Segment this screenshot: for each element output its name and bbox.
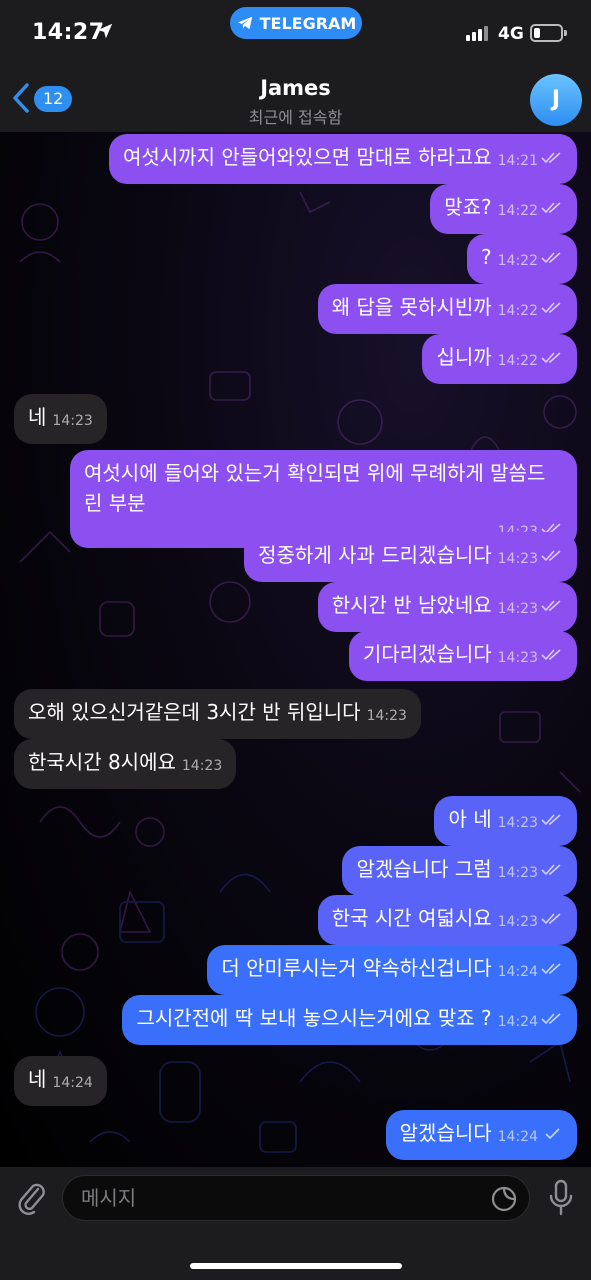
message-time: 14:23 (366, 708, 407, 724)
double-check-icon (541, 202, 561, 214)
double-check-icon (541, 252, 561, 264)
message-time: 14:24 (497, 1014, 538, 1030)
double-check-icon (541, 913, 561, 925)
microphone-icon[interactable] (548, 1179, 574, 1217)
message-text: 그시간전에 딱 보내 놓으시는거에요 맞죠 ? (136, 1006, 492, 1030)
message-bubble-incoming[interactable]: 오해 있으신거같은데 3시간 반 뒤입니다 14:23 (14, 689, 421, 739)
message-time: 14:24 (497, 964, 538, 980)
message-bubble-outgoing[interactable]: 정중하게 사과 드리겠습니다 14:23 (244, 532, 577, 582)
message-time: 14:22 (497, 303, 538, 319)
message-text: 여섯시에 들어와 있는거 확인되면 위에 무례하게 말씀드린 부분 (84, 461, 546, 515)
status-bar: 14:27 TELEGRAM 4G (0, 0, 591, 52)
message-bubble-incoming[interactable]: 네 14:23 (14, 394, 107, 444)
message-time: 14:24 (52, 1075, 93, 1091)
message-text: 십니까 (436, 345, 492, 369)
double-check-icon (541, 1013, 561, 1025)
chat-header: 12 James 최근에 접속함 J (0, 52, 591, 132)
message-bubble-outgoing[interactable]: 아 네 14:23 (434, 796, 577, 846)
message-text: ? (481, 245, 492, 269)
message-text: 알겠습니다 (399, 1121, 492, 1145)
message-time: 14:22 (497, 203, 538, 219)
message-time: 14:22 (497, 353, 538, 369)
message-bubble-outgoing[interactable]: 알겠습니다 14:24 (385, 1110, 577, 1160)
message-bubble-outgoing[interactable]: ? 14:22 (467, 234, 577, 284)
message-text: 네 (28, 1067, 47, 1091)
double-check-icon (541, 864, 561, 876)
double-check-icon (541, 814, 561, 826)
message-text: 더 안미루시는거 약속하신겁니다 (221, 956, 492, 980)
double-check-icon (541, 600, 561, 612)
message-bubble-outgoing[interactable]: 더 안미루시는거 약속하신겁니다 14:24 (207, 945, 577, 995)
telegram-plane-icon (237, 16, 252, 30)
message-text: 한시간 반 남았네요 (331, 593, 492, 617)
message-bubble-outgoing[interactable]: 왜 답을 못하시빈까 14:22 (317, 284, 577, 334)
message-time: 14:22 (497, 253, 538, 269)
message-text: 정중하게 사과 드리겠습니다 (258, 543, 492, 567)
message-text: 기다리겠습니다 (362, 642, 492, 666)
location-arrow-icon (97, 23, 113, 39)
status-time: 14:27 (32, 20, 105, 45)
single-check-icon (545, 1128, 560, 1140)
message-text: 오해 있으신거같은데 3시간 반 뒤입니다 (28, 700, 361, 724)
double-check-icon (541, 302, 561, 314)
message-time: 14:23 (497, 865, 538, 881)
message-bubble-outgoing[interactable]: 맞죠? 14:22 (430, 184, 577, 234)
cellular-signal-icon (466, 26, 488, 41)
message-text: 여섯시까지 안들어와있으면 맘대로 하라고요 (122, 145, 492, 169)
home-indicator[interactable] (190, 1263, 402, 1269)
sticker-icon[interactable] (491, 1186, 517, 1212)
message-text: 맞죠? (444, 195, 492, 219)
message-time: 14:23 (52, 413, 93, 429)
message-time: 14:23 (497, 551, 538, 567)
composer-bar (0, 1167, 591, 1280)
message-time: 14:23 (497, 914, 538, 930)
message-text: 아 네 (448, 807, 492, 831)
message-bubble-incoming[interactable]: 네 14:24 (14, 1056, 107, 1106)
message-time: 14:23 (497, 650, 538, 666)
chat-area[interactable]: 여섯시까지 안들어와있으면 맘대로 하라고요 14:21 맞죠? 14:22 ? 14… (0, 132, 591, 1167)
message-bubble-outgoing[interactable]: 알겠습니다 그럼 14:23 (342, 846, 577, 896)
battery-icon (530, 24, 567, 42)
message-text: 한국 시간 여덟시요 (331, 906, 492, 930)
message-text: 네 (28, 405, 47, 429)
double-check-icon (541, 550, 561, 562)
message-time: 14:23 (181, 758, 223, 774)
message-bubble-outgoing[interactable]: 십니까 14:22 (422, 334, 577, 384)
double-check-icon (541, 963, 561, 975)
message-bubble-outgoing[interactable]: 여섯시까지 안들어와있으면 맘대로 하라고요 14:21 (108, 134, 577, 184)
message-time: 14:24 (497, 1129, 538, 1145)
double-check-icon (541, 152, 561, 164)
message-text: 한국시간 8시에요 (28, 750, 176, 774)
message-input[interactable] (81, 1176, 481, 1220)
avatar[interactable]: J (530, 74, 582, 126)
message-text: 왜 답을 못하시빈까 (331, 295, 492, 319)
double-check-icon (541, 649, 561, 661)
message-bubble-outgoing[interactable]: 한국 시간 여덟시요 14:23 (317, 895, 577, 945)
last-seen-status: 최근에 접속함 (248, 108, 343, 127)
message-time: 14:23 (497, 601, 538, 617)
double-check-icon (541, 352, 561, 364)
telegram-pill-label: TELEGRAM (259, 13, 357, 33)
message-bubble-outgoing[interactable]: 한시간 반 남았네요 14:23 (317, 582, 577, 632)
message-field[interactable] (62, 1175, 530, 1221)
network-type: 4G (498, 24, 524, 44)
message-bubble-outgoing[interactable]: 기다리겠습니다 14:23 (348, 631, 577, 681)
paperclip-icon[interactable] (14, 1179, 48, 1215)
message-text: 알겠습니다 그럼 (356, 857, 492, 881)
message-time: 14:23 (497, 815, 538, 831)
message-bubble-incoming[interactable]: 한국시간 8시에요 14:23 (14, 739, 237, 789)
chat-title[interactable]: James (0, 76, 591, 100)
message-bubble-outgoing[interactable]: 그시간전에 딱 보내 놓으시는거에요 맞죠 ? 14:24 (122, 995, 577, 1045)
telegram-pill[interactable]: TELEGRAM (230, 7, 362, 39)
message-time: 14:21 (497, 153, 538, 169)
